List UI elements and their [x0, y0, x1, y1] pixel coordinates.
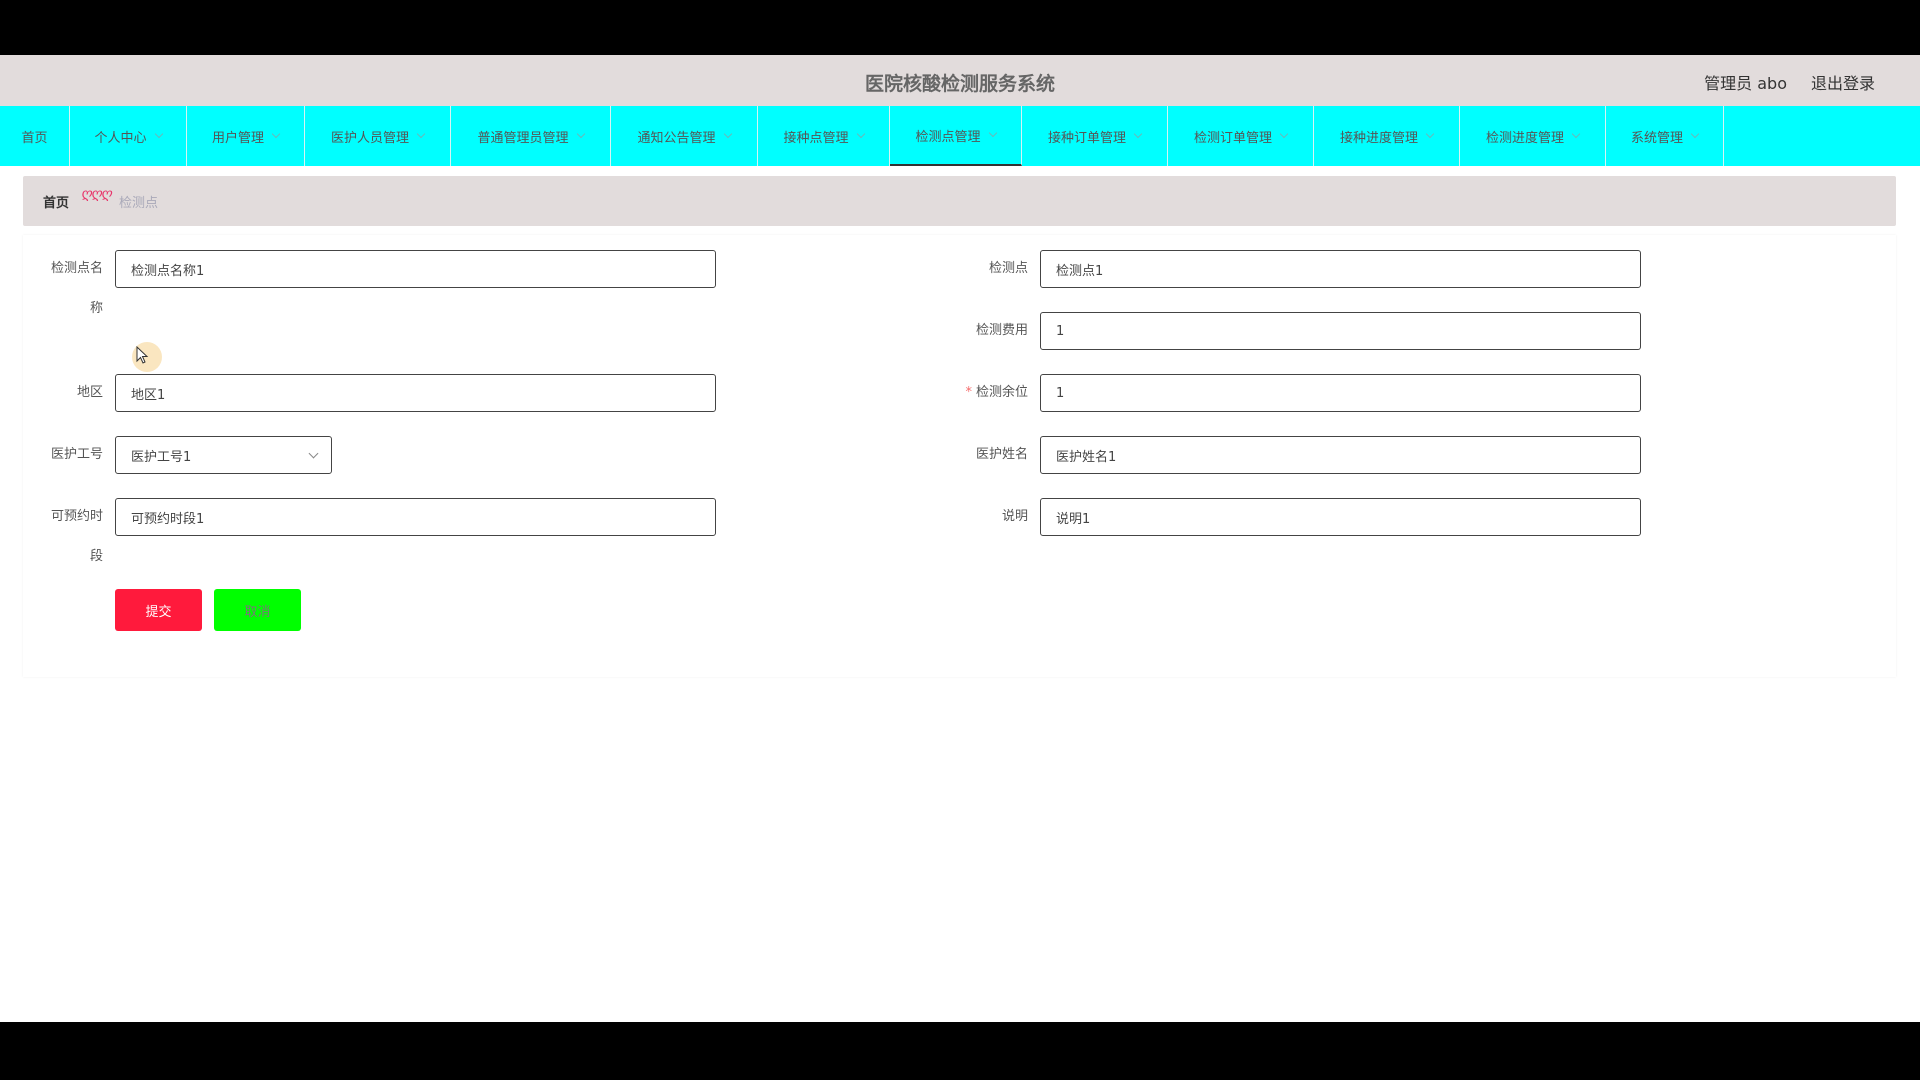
nav-item-system[interactable]: 系统管理 — [1606, 106, 1724, 166]
chevron-down-icon — [856, 129, 865, 139]
chevron-down-icon — [1571, 129, 1581, 139]
nav-item-vaccination-orders[interactable]: 接种订单管理 — [1022, 106, 1168, 166]
nav-item-test-orders[interactable]: 检测订单管理 — [1168, 106, 1314, 166]
cancel-button[interactable]: 取消 — [214, 589, 301, 631]
remaining-slots-input[interactable]: 1 — [1040, 374, 1641, 412]
nav-item-label: 个人中心 — [94, 130, 147, 146]
nav-item-vaccination-points[interactable]: 接种点管理 — [758, 106, 890, 166]
nav-item-label: 接种进度管理 — [1339, 130, 1418, 146]
nav-item-label: 用户管理 — [211, 130, 264, 146]
nav-item-label: 检测进度管理 — [1485, 130, 1564, 146]
top-header: 医院核酸检测服务系统 管理员 abo 退出登录 — [0, 55, 1920, 106]
nav-item-admins[interactable]: 普通管理员管理 — [451, 106, 611, 166]
chevron-down-icon — [308, 448, 319, 459]
chevron-down-icon — [1133, 129, 1143, 139]
nav-item-vaccination-progress[interactable]: 接种进度管理 — [1314, 106, 1460, 166]
nav-item-label: 接种点管理 — [783, 130, 849, 146]
submit-button[interactable]: 提交 — [115, 589, 202, 631]
nav-item-home[interactable]: 首页 — [0, 106, 70, 166]
nav-item-label: 检测订单管理 — [1193, 130, 1272, 146]
chevron-down-icon — [271, 129, 281, 139]
region-input[interactable]: 地区1 — [115, 374, 716, 412]
slot-label: 可预约时 段 — [50, 509, 103, 564]
nav-item-notices[interactable]: 通知公告管理 — [611, 106, 758, 166]
logout-link[interactable]: 退出登录 — [1811, 70, 1875, 94]
mouse-cursor-icon — [132, 342, 162, 372]
nav-item-medical-staff[interactable]: 医护人员管理 — [305, 106, 451, 166]
breadcrumb-home[interactable]: 首页 — [43, 192, 69, 211]
nav-item-profile[interactable]: 个人中心 — [70, 106, 187, 166]
point-label: 检测点 — [988, 261, 1028, 276]
nav-item-label: 医护人员管理 — [330, 130, 409, 146]
chevron-down-icon — [723, 129, 732, 139]
nav-item-label: 普通管理员管理 — [477, 130, 569, 146]
test-point-input[interactable]: 检测点1 — [1040, 250, 1641, 288]
app-viewport: 医院核酸检测服务系统 管理员 abo 退出登录 首页 个人中心 用户管理 医护人… — [0, 55, 1920, 1022]
staff-name-label: 医护姓名 — [975, 447, 1028, 462]
chevron-down-icon — [154, 129, 163, 139]
fee-label: 检测费用 — [975, 323, 1028, 338]
nav-item-label: 通知公告管理 — [637, 130, 716, 146]
staff-id-select[interactable]: 医护工号1 — [115, 436, 332, 474]
staff-id-label: 医护工号 — [50, 447, 103, 462]
nav-item-test-points[interactable]: 检测点管理 — [890, 106, 1022, 166]
bookable-slot-input[interactable]: 可预约时段1 — [115, 498, 716, 536]
nav-item-label: 接种订单管理 — [1047, 130, 1126, 146]
breadcrumb-current: 检测点 — [119, 196, 159, 211]
chevron-down-icon — [1425, 129, 1435, 139]
remaining-label: * 检测余位 — [965, 385, 1028, 400]
test-point-name-input[interactable]: 检测点名称1 — [115, 250, 716, 288]
nav-item-test-progress[interactable]: 检测进度管理 — [1460, 106, 1606, 166]
region-label: 地区 — [76, 385, 103, 400]
breadcrumb-separator: ღღღ — [81, 186, 112, 202]
breadcrumb: 首页 ღღღ 检测点 — [23, 176, 1896, 226]
name-label: 检测点名 称 — [50, 261, 103, 316]
nav-item-users[interactable]: 用户管理 — [187, 106, 305, 166]
form-panel: 检测点名 称 检测点名称1 检测点 检测点1 检测费用 1 地区 地区1 * 检测… — [23, 235, 1896, 677]
note-label: 说明 — [1001, 509, 1028, 524]
main-nav: 首页 个人中心 用户管理 医护人员管理 普通管理员管理 通知公告管理 接种点管理… — [0, 106, 1920, 166]
chevron-down-icon — [416, 129, 426, 139]
test-fee-input[interactable]: 1 — [1040, 312, 1641, 350]
required-mark: * — [965, 385, 972, 400]
nav-item-label: 系统管理 — [1630, 130, 1683, 146]
note-input[interactable]: 说明1 — [1040, 498, 1641, 536]
chevron-down-icon — [1690, 129, 1700, 139]
chevron-down-icon — [1279, 129, 1289, 139]
chevron-down-icon — [576, 129, 585, 139]
app-title: 医院核酸检测服务系统 — [864, 73, 1055, 95]
nav-item-label: 检测点管理 — [915, 129, 981, 145]
nav-item-label: 首页 — [21, 130, 48, 146]
current-user: 管理员 abo — [1704, 74, 1787, 93]
chevron-down-icon — [988, 128, 997, 138]
staff-name-input[interactable]: 医护姓名1 — [1040, 436, 1641, 474]
